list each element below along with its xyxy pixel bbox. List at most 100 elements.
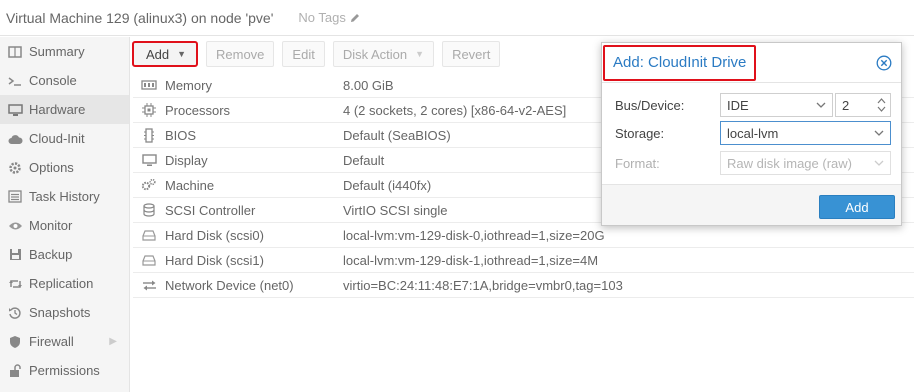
hdd-icon (133, 229, 165, 241)
tags-label: No Tags (298, 10, 346, 25)
dialog-footer: Add (602, 184, 901, 225)
format-select[interactable]: Raw disk image (raw) (720, 151, 891, 175)
chevron-down-icon: ▼ (177, 49, 187, 59)
close-icon[interactable] (876, 55, 892, 71)
format-label: Format: (615, 155, 660, 171)
hardware-name: Hard Disk (scsi0) (165, 227, 264, 243)
add-cloudinit-dialog: Add: CloudInit Drive Bus/Device: IDE 2 S… (601, 42, 902, 226)
format-row: Format: Raw disk image (raw) (615, 151, 891, 175)
sidebar-item-monitor[interactable]: Monitor (0, 211, 129, 240)
sidebar-item-label: Replication (29, 276, 94, 291)
chevron-right-icon[interactable]: ▶ (109, 336, 117, 347)
storage-select[interactable]: local-lvm (720, 121, 891, 145)
hardware-name: Hard Disk (scsi1) (165, 252, 264, 268)
sidebar-item-hardware[interactable]: Hardware (0, 95, 129, 124)
edit-button[interactable]: Edit (282, 41, 325, 67)
chevron-down-icon[interactable] (810, 94, 832, 116)
chevron-down-icon[interactable] (868, 152, 890, 174)
sidebar-item-label: Hardware (29, 102, 86, 117)
sidebar-item-label: Snapshots (29, 305, 91, 320)
unlock-icon (7, 363, 23, 379)
bus-value: IDE (727, 97, 749, 113)
tags-area[interactable]: No Tags (298, 10, 360, 25)
bus-select[interactable]: IDE (720, 93, 833, 117)
table-row[interactable]: Hard Disk (scsi0) local-lvm:vm-129-disk-… (133, 223, 914, 248)
cpu-icon (133, 103, 165, 117)
retweet-icon (7, 276, 23, 292)
remove-button[interactable]: Remove (206, 41, 275, 67)
cloud-icon (7, 131, 23, 147)
sidebar-item-label: Monitor (29, 218, 73, 233)
sidebar-item-snapshots[interactable]: Snapshots (0, 298, 129, 327)
format-value: Raw disk image (raw) (727, 155, 852, 171)
pencil-icon[interactable] (349, 12, 361, 24)
terminal-icon (7, 73, 23, 89)
hardware-name: SCSI Controller (165, 202, 256, 218)
storage-row: Storage: local-lvm (615, 121, 891, 145)
list-icon (7, 189, 23, 205)
history-icon (7, 305, 23, 321)
edit-button-label: Edit (292, 46, 315, 62)
sidebar-item-label: Console (29, 73, 77, 88)
dialog-header[interactable]: Add: CloudInit Drive (602, 43, 901, 83)
hardware-name: Display (165, 152, 208, 168)
database-icon (133, 203, 165, 217)
sidebar-item-permissions[interactable]: Permissions (0, 356, 129, 385)
storage-value: local-lvm (727, 125, 779, 141)
sidebar-item-label: Summary (29, 44, 85, 59)
bus-device-row: Bus/Device: IDE 2 (615, 93, 891, 117)
hardware-name: Network Device (net0) (165, 277, 294, 293)
disk-action-label: Disk Action (342, 46, 408, 62)
remove-button-label: Remove (216, 46, 265, 62)
sidebar-item-firewall[interactable]: Firewall ▶ (0, 327, 129, 356)
add-confirm-button[interactable]: Add (819, 195, 895, 219)
spinner-arrows-icon[interactable] (872, 94, 890, 116)
storage-label: Storage: (615, 125, 665, 141)
hardware-value: local-lvm:vm-129-disk-0,iothread=1,size=… (343, 227, 605, 243)
dialog-title: Add: CloudInit Drive (603, 44, 757, 81)
sidebar-item-console[interactable]: Console (0, 66, 129, 95)
revert-button-label: Revert (452, 46, 491, 62)
floppy-icon (7, 247, 23, 263)
sidebar-item-backup[interactable]: Backup (0, 240, 129, 269)
table-row[interactable]: Hard Disk (scsi1) local-lvm:vm-129-disk-… (133, 248, 914, 273)
chip-icon (133, 127, 165, 143)
gear-icon (7, 160, 23, 176)
revert-button[interactable]: Revert (442, 41, 501, 67)
hdd-icon (133, 254, 165, 266)
hardware-value: virtio=BC:24:11:48:E7:1A,bridge=vmbr0,ta… (343, 277, 623, 293)
sidebar-item-label: Cloud-Init (29, 131, 85, 146)
vm-title: Virtual Machine 129 (alinux3) on node 'p… (6, 9, 274, 26)
hardware-name: Memory (165, 77, 212, 93)
memory-icon (133, 80, 165, 90)
hardware-value: local-lvm:vm-129-disk-1,iothread=1,size=… (343, 252, 599, 268)
disk-action-button[interactable]: Disk Action ▼ (332, 41, 435, 67)
add-button-label: Add (145, 46, 170, 62)
hardware-name: Processors (165, 102, 231, 118)
add-button[interactable]: Add ▼ (132, 41, 198, 67)
sidebar-item-label: Firewall (29, 334, 74, 349)
sidebar-item-cloud-init[interactable]: Cloud-Init (0, 124, 129, 153)
cogs-icon (133, 178, 165, 192)
device-number-spinner[interactable]: 2 (835, 93, 891, 117)
sidebar: Summary Console Hardware Cloud-Init Opti… (0, 37, 130, 392)
exchange-icon (133, 280, 165, 291)
table-row[interactable]: Network Device (net0) virtio=BC:24:11:48… (133, 273, 914, 298)
book-icon (7, 44, 23, 60)
eye-icon (7, 218, 23, 234)
hardware-name: Machine (165, 177, 215, 193)
sidebar-item-label: Task History (29, 189, 100, 204)
sidebar-item-replication[interactable]: Replication (0, 269, 129, 298)
hardware-name: BIOS (165, 127, 197, 143)
sidebar-item-summary[interactable]: Summary (0, 37, 129, 66)
title-bar: Virtual Machine 129 (alinux3) on node 'p… (0, 0, 914, 36)
sidebar-item-label: Permissions (29, 363, 100, 378)
chevron-down-icon[interactable] (868, 122, 890, 144)
sidebar-item-options[interactable]: Options (0, 153, 129, 182)
chevron-down-icon: ▼ (415, 49, 425, 59)
sidebar-item-task-history[interactable]: Task History (0, 182, 129, 211)
desktop-icon (133, 153, 165, 167)
hardware-toolbar: Add ▼ Remove Edit Disk Action ▼ Revert (132, 40, 508, 68)
device-number-value: 2 (842, 97, 850, 113)
sidebar-item-label: Backup (29, 247, 73, 262)
